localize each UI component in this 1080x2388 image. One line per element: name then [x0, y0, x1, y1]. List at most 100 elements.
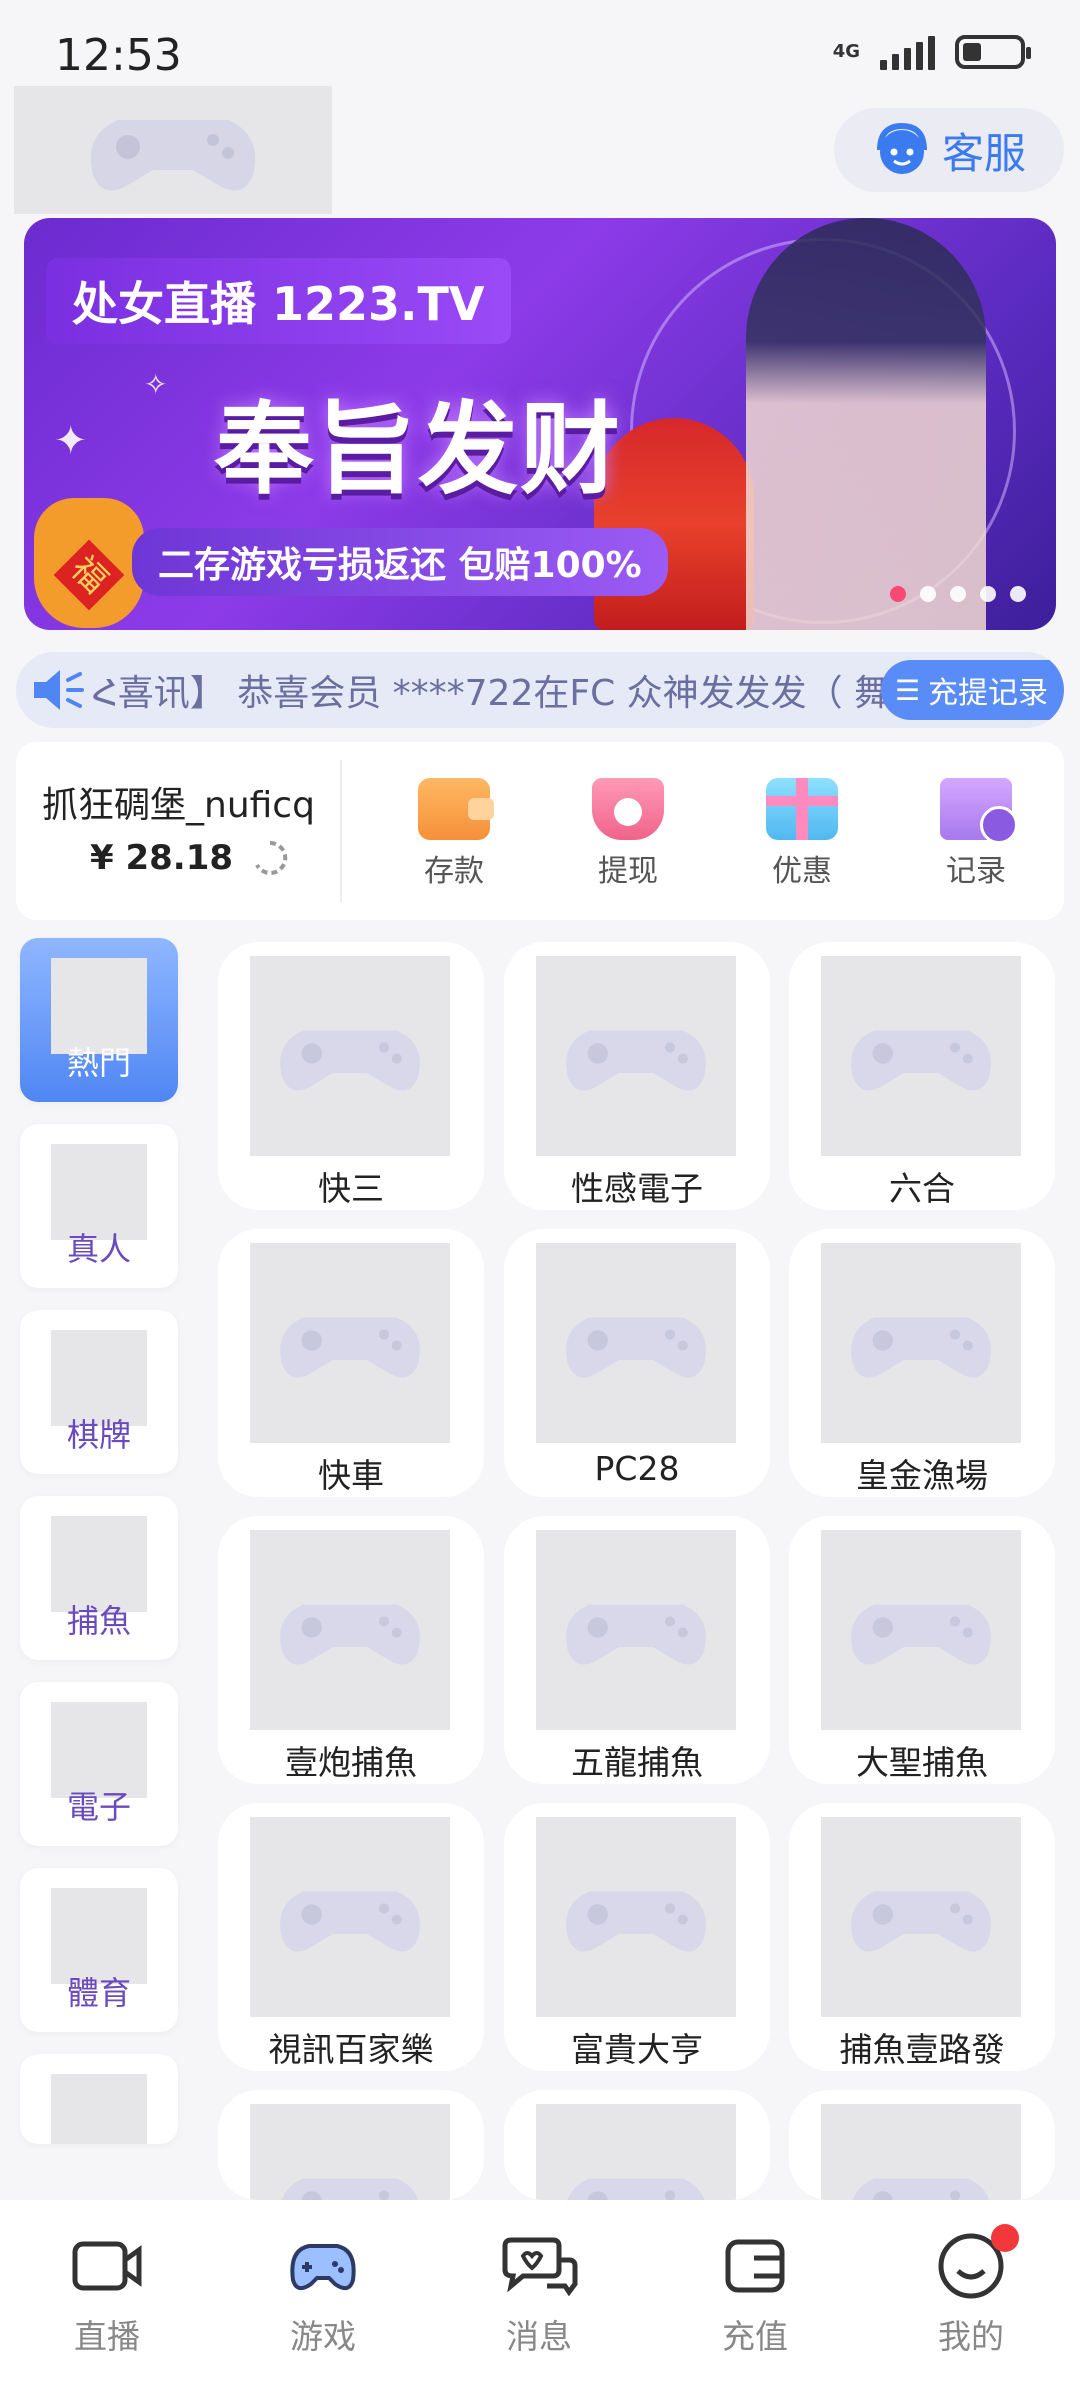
live-camera-icon	[72, 2241, 142, 2291]
game-name: 性感電子	[571, 1169, 703, 1208]
speaker-icon	[34, 670, 84, 710]
category-item[interactable]: 棋牌	[20, 1310, 178, 1474]
tab-games[interactable]: 游戏	[253, 2230, 393, 2358]
game-thumbnail	[821, 1530, 1021, 1730]
promo-banner[interactable]: ✦ ✧ 福 处女直播 1223.TV 奉旨发财 二存游戏亏损返还 包赔100%	[24, 218, 1056, 630]
game-tile[interactable]	[218, 2090, 484, 2200]
game-tile[interactable]: 快三	[218, 942, 484, 1210]
game-thumbnail	[536, 2104, 736, 2200]
gamepad-placeholder-icon	[567, 2178, 705, 2200]
game-tile[interactable]: 富貴大亨	[504, 1803, 770, 2071]
gamepad-placeholder-icon	[280, 1891, 420, 1952]
category-label: 電子	[66, 1788, 131, 1826]
tab-live[interactable]: 直播	[37, 2230, 177, 2358]
notification-badge	[991, 2224, 1019, 2252]
category-label: 棋牌	[66, 1416, 131, 1454]
withdraw-button[interactable]: 提现	[568, 778, 688, 890]
recharge-record-button[interactable]: ☰ 充提记录	[880, 660, 1064, 720]
game-tile[interactable]: PC28	[504, 1229, 770, 1497]
gamepad-placeholder-icon	[566, 1317, 706, 1378]
game-name: 快車	[318, 1456, 384, 1495]
gamepad-placeholder-icon	[280, 1317, 420, 1378]
game-thumbnail	[250, 1817, 450, 2017]
tab-profile[interactable]: 我的	[901, 2224, 1041, 2358]
game-thumbnail	[250, 2104, 450, 2200]
game-name: 捕魚壹路發	[839, 2030, 1005, 2069]
game-tile[interactable]	[789, 2090, 1055, 2200]
gamepad-placeholder-icon	[566, 1604, 706, 1665]
category-item[interactable]: 捕魚	[20, 1496, 178, 1660]
deposit-button[interactable]: 存款	[394, 778, 514, 890]
status-time: 12:53	[55, 30, 182, 81]
withdraw-label: 提现	[598, 854, 658, 889]
tab-messages-label: 消息	[506, 2317, 572, 2356]
game-tile[interactable]: 六合	[789, 942, 1055, 1210]
account-card: 抓狂碉堡_nuficq ¥ 28.18 存款 提现 优惠 记录	[16, 742, 1064, 920]
gamepad-placeholder-icon	[281, 2178, 419, 2200]
category-item[interactable]: 電子	[20, 1682, 178, 1846]
username: 抓狂碉堡_nuficq	[42, 785, 315, 826]
game-tile[interactable]: 五龍捕魚	[504, 1516, 770, 1784]
record-button[interactable]: 记录	[916, 778, 1036, 890]
record-label: 记录	[946, 854, 1006, 889]
game-name: 快三	[318, 1169, 384, 1208]
sparkle-icon: ✧	[144, 368, 168, 401]
game-name: 富貴大亨	[571, 2030, 703, 2069]
category-label: 體育	[66, 1974, 131, 2012]
game-tile[interactable]: 快車	[218, 1229, 484, 1497]
banner-subline: 二存游戏亏损返还 包赔100%	[132, 528, 668, 596]
game-tile[interactable]: 壹炮捕魚	[218, 1516, 484, 1784]
game-name: 五龍捕魚	[571, 1743, 703, 1782]
game-tile[interactable]: 視訊百家樂	[218, 1803, 484, 2071]
category-item[interactable]: 體育	[20, 1868, 178, 2032]
game-name: 六合	[889, 1169, 955, 1208]
game-thumbnail	[536, 1243, 736, 1443]
game-name: 皇金漁場	[856, 1456, 988, 1495]
recharge-wallet-icon	[725, 2239, 785, 2293]
notice-text: Հ喜讯】 恭喜会员 ****722在FC 众神发发发（ 舞	[92, 673, 891, 714]
app-logo	[14, 86, 332, 214]
tab-recharge[interactable]: 充值	[685, 2230, 825, 2358]
message-icon	[502, 2237, 578, 2296]
game-name: 壹炮捕魚	[285, 1743, 417, 1782]
category-label: 熱門	[66, 1044, 131, 1082]
category-item[interactable]: 熱門	[20, 938, 178, 1102]
game-thumbnail	[536, 1530, 736, 1730]
category-item[interactable]: 彩票	[20, 2054, 178, 2144]
category-item[interactable]: 真人	[20, 1124, 178, 1288]
game-tile[interactable]: 大聖捕魚	[789, 1516, 1055, 1784]
promotion-button[interactable]: 优惠	[742, 778, 862, 890]
gamepad-placeholder-icon	[280, 1030, 420, 1091]
game-tile[interactable]	[504, 2090, 770, 2200]
notice-bar[interactable]: Հ喜讯】 恭喜会员 ****722在FC 众神发发发（ 舞 ☰ 充提记录	[16, 652, 1064, 728]
deposit-label: 存款	[424, 854, 484, 889]
game-tile[interactable]: 性感電子	[504, 942, 770, 1210]
gift-icon	[766, 778, 838, 840]
game-thumbnail	[250, 1243, 450, 1443]
customer-service-button[interactable]: 客服	[834, 108, 1064, 192]
game-tile[interactable]: 皇金漁場	[789, 1229, 1055, 1497]
category-thumbnail	[51, 2074, 147, 2144]
tab-games-label: 游戏	[290, 2317, 356, 2356]
model-figure-image	[746, 218, 986, 630]
carousel-dot	[890, 586, 906, 602]
game-name: 視訊百家樂	[268, 2030, 434, 2069]
promotion-label: 优惠	[772, 854, 832, 889]
gamepad-icon	[290, 2244, 356, 2291]
gamepad-placeholder-icon	[851, 1317, 991, 1378]
game-thumbnail	[821, 2104, 1021, 2200]
status-icons: 4G	[832, 34, 1031, 70]
game-tile[interactable]: 捕魚壹路發	[789, 1803, 1055, 2071]
network-type: 4G	[832, 41, 860, 62]
tab-messages[interactable]: 消息	[469, 2230, 609, 2358]
record-folder-icon	[940, 778, 1018, 844]
game-name: PC28	[594, 1449, 680, 1488]
bottom-tab-bar: 直播 游戏 消息 充值 我的	[0, 2200, 1080, 2388]
refresh-icon[interactable]	[251, 839, 289, 877]
balance-value: ¥ 28.18	[90, 838, 234, 878]
recharge-record-label: 充提记录	[928, 676, 1048, 711]
balance: ¥ 28.18	[90, 838, 289, 878]
game-name: 大聖捕魚	[856, 1743, 988, 1782]
divider	[340, 760, 342, 902]
game-thumbnail	[821, 956, 1021, 1156]
